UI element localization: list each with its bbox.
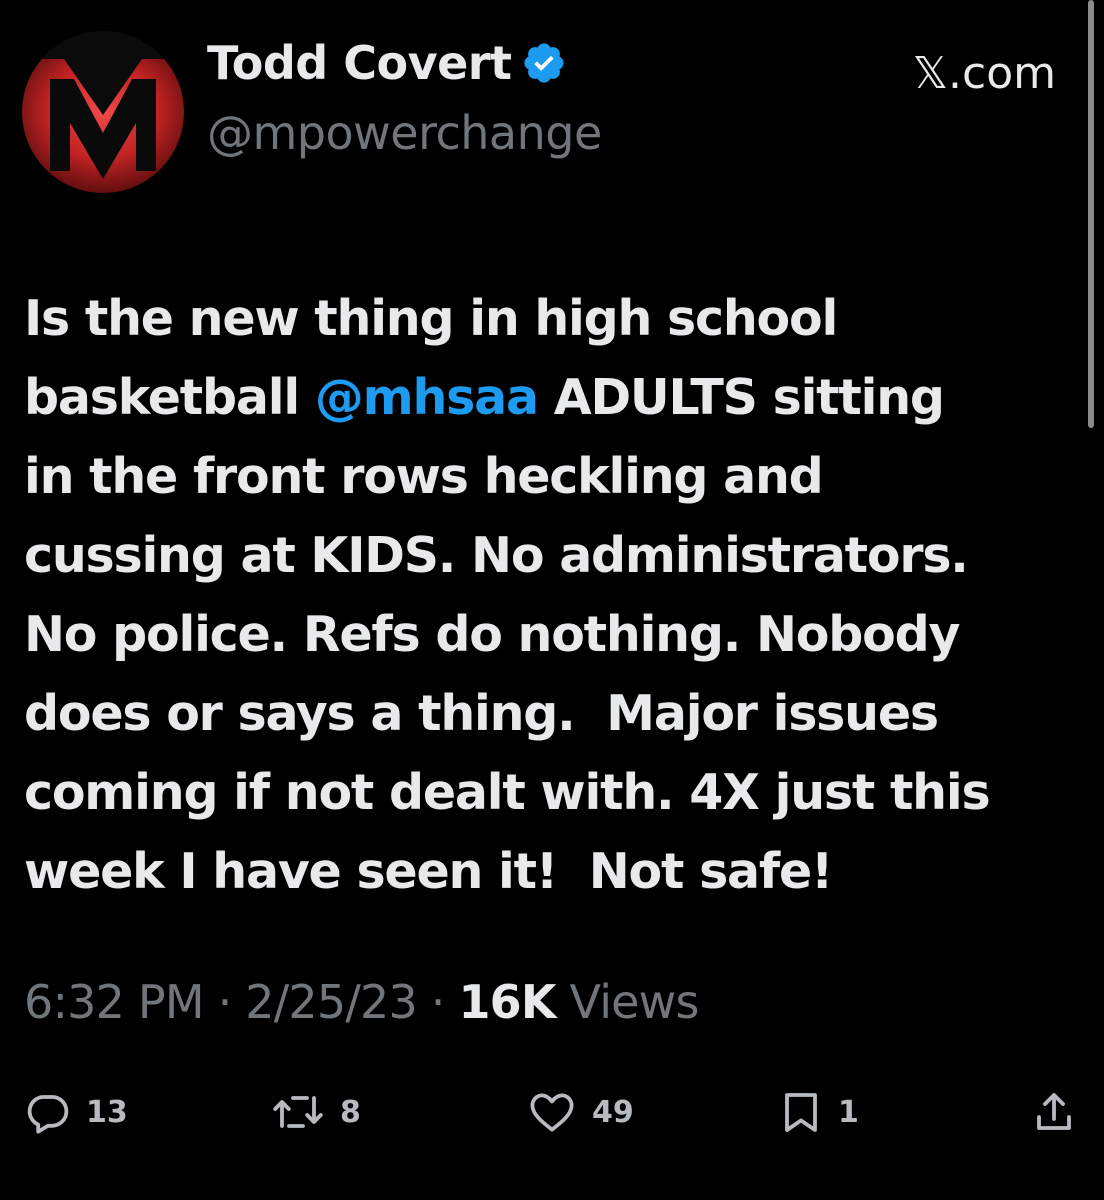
avatar-logo-icon (22, 31, 184, 193)
repost-icon (273, 1096, 323, 1128)
share-button[interactable] (1030, 1080, 1078, 1144)
tweet-text-line: cussing at KIDS. No administrators. (24, 516, 1064, 595)
bookmark-icon (785, 1093, 817, 1132)
bookmark-count: 1 (838, 1094, 859, 1130)
tweet-text-line: coming if not dealt with. 4X just this (24, 753, 1064, 832)
like-button[interactable]: 49 (526, 1080, 634, 1144)
views-count: 16K (458, 975, 556, 1029)
tweet-text-line: basketball @mhsaa ADULTS sitting (24, 358, 1064, 437)
views-label: Views (569, 975, 700, 1029)
tweet-text-segment: cussing at KIDS. No administrators. (24, 527, 969, 584)
author-handle[interactable]: @mpowerchange (207, 106, 602, 160)
tweet-text-segment: basketball (24, 369, 315, 426)
reply-icon (27, 1095, 69, 1134)
tweet-text: Is the new thing in high school basketbal… (24, 279, 1064, 911)
tweet-date[interactable]: 2/25/23 (245, 975, 418, 1029)
verified-badge-icon (524, 43, 565, 83)
tweet-text-line: Is the new thing in high school (24, 279, 1064, 358)
tweet-meta: 6:32 PM · 2/25/23 · 16K Views (24, 975, 699, 1029)
reply-count: 13 (86, 1094, 128, 1130)
tweet-text-segment: in the front rows heckling and (24, 448, 824, 505)
scrollbar[interactable] (1088, 0, 1094, 428)
source-label: 𝕏.com (912, 48, 1056, 99)
bookmark-button[interactable]: 1 (778, 1080, 859, 1144)
tweet-text-segment: week I have seen it! Not safe! (24, 843, 833, 900)
reply-button[interactable]: 13 (24, 1080, 128, 1144)
meta-separator: · (430, 975, 446, 1029)
avatar[interactable] (22, 31, 184, 193)
tweet-text-line: in the front rows heckling and (24, 437, 1064, 516)
tweet-text-segment: No police. Refs do nothing. Nobody (24, 606, 960, 663)
tweet-text-segment: ADULTS sitting (537, 369, 945, 426)
author-display-name[interactable]: Todd Covert (207, 36, 567, 90)
tweet-text-segment: coming if not dealt with. 4X just this (24, 764, 991, 821)
tweet-text-line: week I have seen it! Not safe! (24, 832, 1064, 911)
like-count: 49 (592, 1094, 634, 1130)
mention-link[interactable]: @mhsaa (315, 369, 539, 426)
tweet-text-segment: does or says a thing. Major issues (24, 685, 939, 742)
tweet-text-segment: Is the new thing in high school (24, 290, 838, 347)
tweet-time[interactable]: 6:32 PM (24, 975, 205, 1029)
tweet-screenshot: Todd Covert @mpowerchange 𝕏.com Is the n… (0, 0, 1104, 1200)
tweet-text-line: No police. Refs do nothing. Nobody (24, 595, 1064, 674)
meta-separator: · (217, 975, 233, 1029)
share-icon (1037, 1093, 1071, 1130)
tweet-text-line: does or says a thing. Major issues (24, 674, 1064, 753)
heart-icon (530, 1093, 574, 1132)
repost-button[interactable]: 8 (270, 1080, 361, 1144)
author-name-text: Todd Covert (207, 36, 512, 90)
repost-count: 8 (340, 1094, 361, 1130)
action-bar: 13 8 49 1 (0, 1080, 1104, 1144)
